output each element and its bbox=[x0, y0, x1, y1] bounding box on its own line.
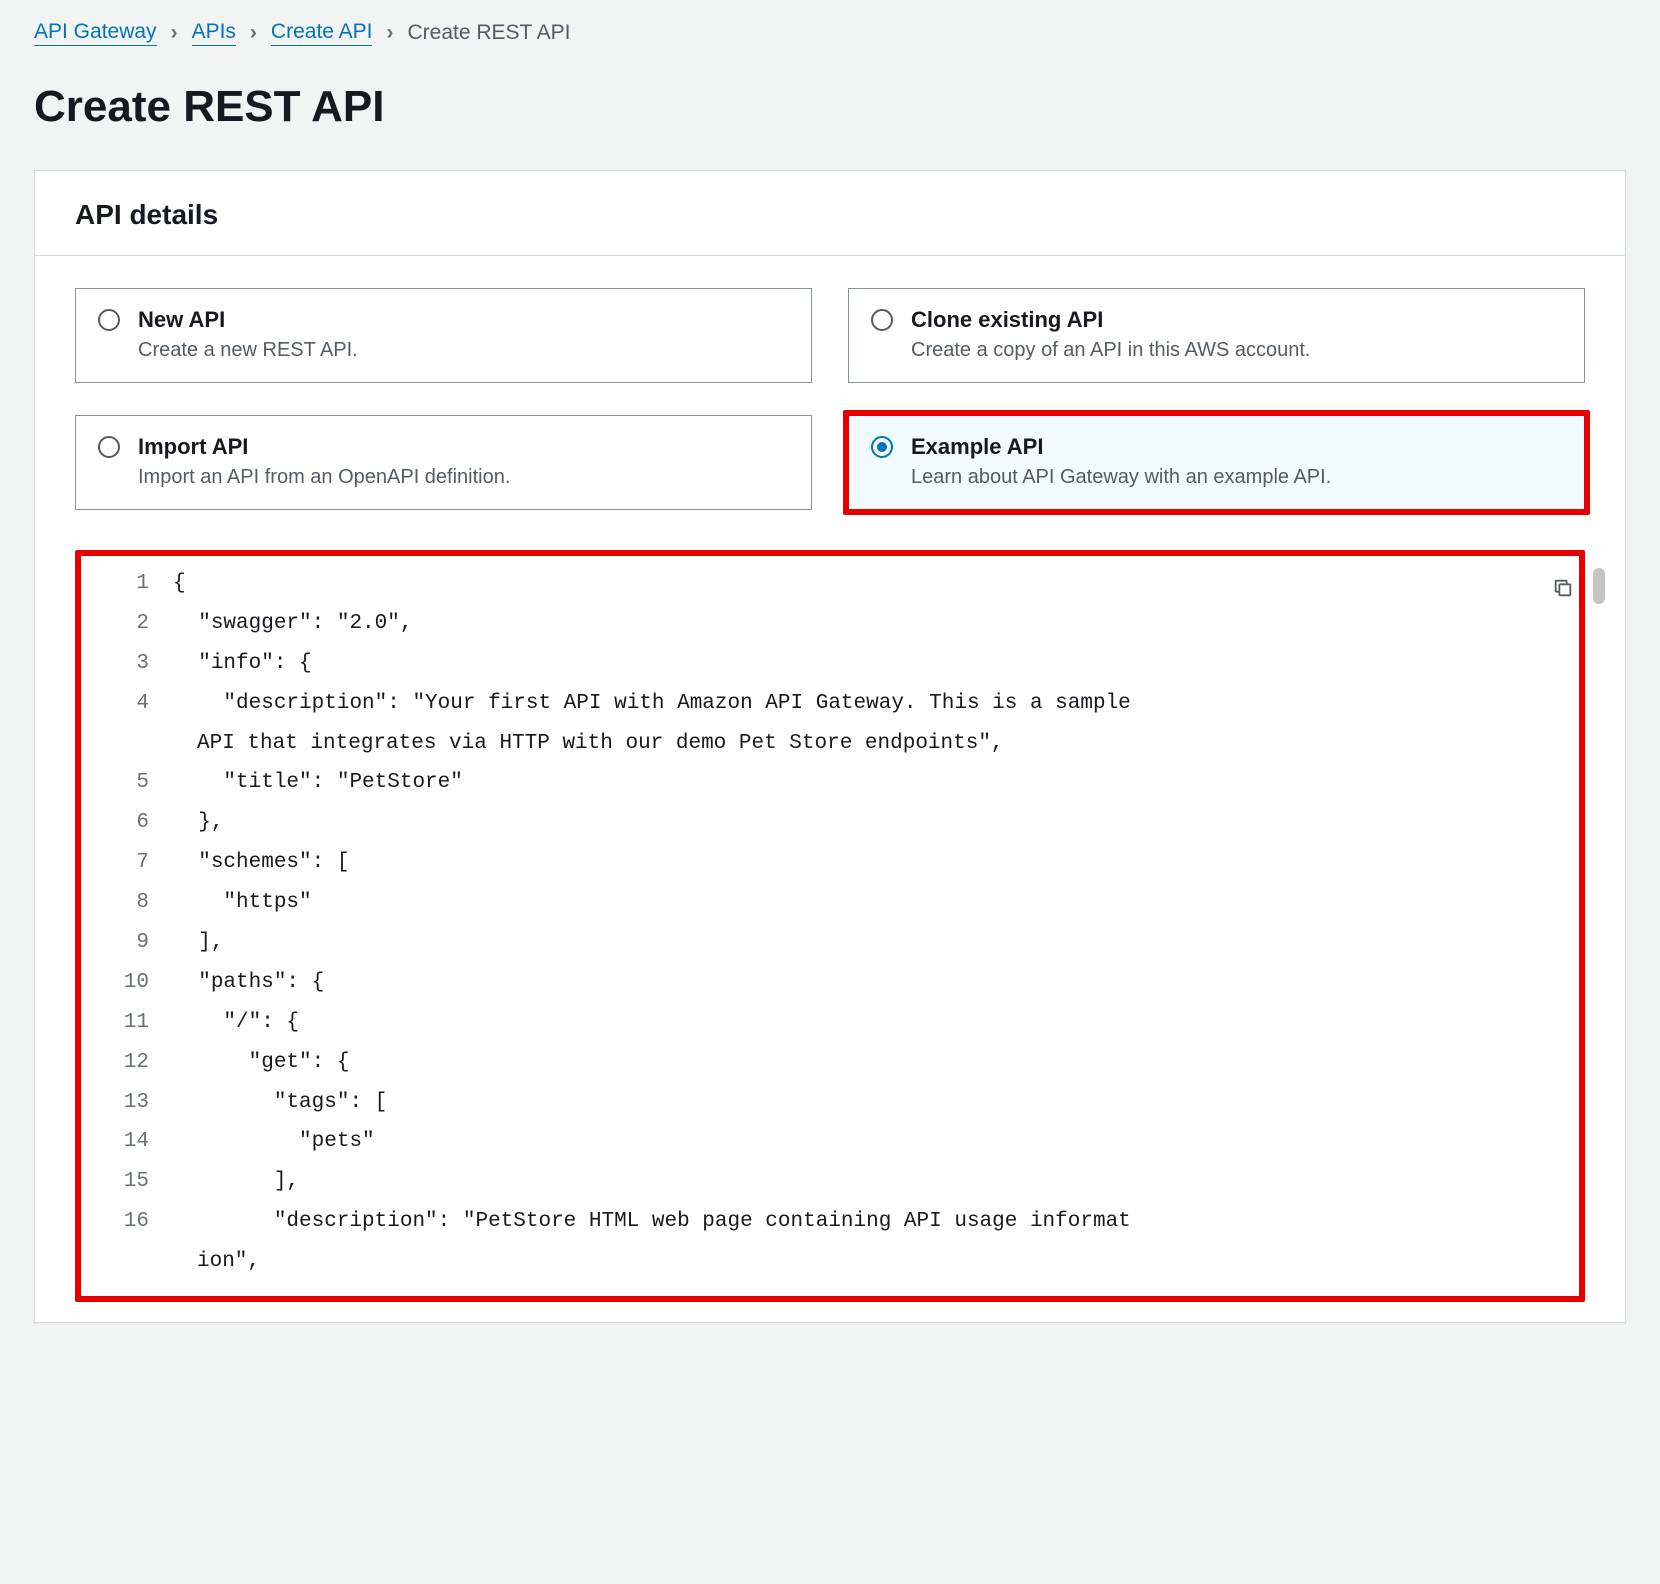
code-line: 12 "get": { bbox=[101, 1043, 1549, 1083]
radio-icon bbox=[98, 309, 120, 331]
option-clone-existing-api[interactable]: Clone existing API Create a copy of an A… bbox=[848, 288, 1585, 383]
code-line: 13 "tags": [ bbox=[101, 1083, 1549, 1123]
option-title: Import API bbox=[138, 434, 510, 460]
copy-icon bbox=[1552, 577, 1574, 599]
line-number: 6 bbox=[101, 803, 173, 843]
line-number: 5 bbox=[101, 763, 173, 803]
line-content: "description": "Your first API with Amaz… bbox=[173, 684, 1549, 724]
line-number: 2 bbox=[101, 604, 173, 644]
code-line: 15 ], bbox=[101, 1162, 1549, 1202]
code-line: 9 ], bbox=[101, 923, 1549, 963]
line-content: "schemes": [ bbox=[173, 843, 1549, 883]
line-number: 1 bbox=[101, 564, 173, 604]
line-number: 10 bbox=[101, 963, 173, 1003]
line-number: 3 bbox=[101, 644, 173, 684]
line-content: "pets" bbox=[173, 1122, 1549, 1162]
radio-icon bbox=[871, 309, 893, 331]
line-content: "swagger": "2.0", bbox=[173, 604, 1549, 644]
line-content: "https" bbox=[173, 883, 1549, 923]
option-desc: Create a new REST API. bbox=[138, 339, 358, 362]
code-line: 10 "paths": { bbox=[101, 963, 1549, 1003]
example-api-code-editor[interactable]: 1{2 "swagger": "2.0",3 "info": {4 "descr… bbox=[75, 550, 1585, 1302]
line-content: { bbox=[173, 564, 1549, 604]
option-desc: Create a copy of an API in this AWS acco… bbox=[911, 339, 1310, 362]
page-title: Create REST API bbox=[0, 52, 1660, 170]
api-details-panel: API details New API Create a new REST AP… bbox=[34, 170, 1626, 1323]
code-line: 6 }, bbox=[101, 803, 1549, 843]
code-line: 14 "pets" bbox=[101, 1122, 1549, 1162]
line-content: ], bbox=[173, 1162, 1549, 1202]
code-line: 5 "title": "PetStore" bbox=[101, 763, 1549, 803]
code-line: 3 "info": { bbox=[101, 644, 1549, 684]
breadcrumb-link-api-gateway[interactable]: API Gateway bbox=[34, 20, 157, 46]
line-content: "tags": [ bbox=[173, 1083, 1549, 1123]
breadcrumb-link-apis[interactable]: APIs bbox=[192, 20, 236, 46]
line-content: "title": "PetStore" bbox=[173, 763, 1549, 803]
line-number: 4 bbox=[101, 684, 173, 724]
line-content: ], bbox=[173, 923, 1549, 963]
line-content: "info": { bbox=[173, 644, 1549, 684]
chevron-right-icon: › bbox=[386, 21, 393, 45]
code-lines: 1{2 "swagger": "2.0",3 "info": {4 "descr… bbox=[81, 560, 1579, 1282]
code-line: 7 "schemes": [ bbox=[101, 843, 1549, 883]
line-number: 8 bbox=[101, 883, 173, 923]
line-content: "/": { bbox=[173, 1003, 1549, 1043]
line-content: "paths": { bbox=[173, 963, 1549, 1003]
code-line: 2 "swagger": "2.0", bbox=[101, 604, 1549, 644]
option-new-api[interactable]: New API Create a new REST API. bbox=[75, 288, 812, 383]
line-content-wrap: ion", bbox=[101, 1242, 1549, 1282]
line-content-wrap: API that integrates via HTTP with our de… bbox=[101, 724, 1549, 764]
scrollbar-thumb[interactable] bbox=[1593, 568, 1605, 604]
option-desc: Import an API from an OpenAPI definition… bbox=[138, 466, 510, 489]
option-title: New API bbox=[138, 307, 358, 333]
code-line: 8 "https" bbox=[101, 883, 1549, 923]
line-number: 9 bbox=[101, 923, 173, 963]
code-line: 4 "description": "Your first API with Am… bbox=[101, 684, 1549, 724]
line-content: "description": "PetStore HTML web page c… bbox=[173, 1202, 1549, 1242]
line-number: 11 bbox=[101, 1003, 173, 1043]
line-content: "get": { bbox=[173, 1043, 1549, 1083]
line-number: 12 bbox=[101, 1043, 173, 1083]
line-number: 14 bbox=[101, 1122, 173, 1162]
option-import-api[interactable]: Import API Import an API from an OpenAPI… bbox=[75, 415, 812, 510]
radio-icon bbox=[98, 436, 120, 458]
code-line: 1{ bbox=[101, 564, 1549, 604]
line-number: 7 bbox=[101, 843, 173, 883]
line-content: }, bbox=[173, 803, 1549, 843]
copy-button[interactable] bbox=[1545, 570, 1581, 606]
chevron-right-icon: › bbox=[171, 21, 178, 45]
option-title: Example API bbox=[911, 434, 1331, 460]
line-number: 13 bbox=[101, 1083, 173, 1123]
panel-title: API details bbox=[75, 199, 1585, 231]
option-desc: Learn about API Gateway with an example … bbox=[911, 466, 1331, 489]
breadcrumb: API Gateway › APIs › Create API › Create… bbox=[0, 0, 1660, 52]
panel-header: API details bbox=[35, 171, 1625, 256]
api-type-options: New API Create a new REST API. Clone exi… bbox=[75, 288, 1585, 510]
option-example-api[interactable]: Example API Learn about API Gateway with… bbox=[848, 415, 1585, 510]
breadcrumb-current: Create REST API bbox=[407, 21, 570, 45]
line-number: 15 bbox=[101, 1162, 173, 1202]
breadcrumb-link-create-api[interactable]: Create API bbox=[271, 20, 373, 46]
chevron-right-icon: › bbox=[250, 21, 257, 45]
radio-icon bbox=[871, 436, 893, 458]
option-title: Clone existing API bbox=[911, 307, 1310, 333]
code-line: 16 "description": "PetStore HTML web pag… bbox=[101, 1202, 1549, 1242]
line-number: 16 bbox=[101, 1202, 173, 1242]
code-line: 11 "/": { bbox=[101, 1003, 1549, 1043]
